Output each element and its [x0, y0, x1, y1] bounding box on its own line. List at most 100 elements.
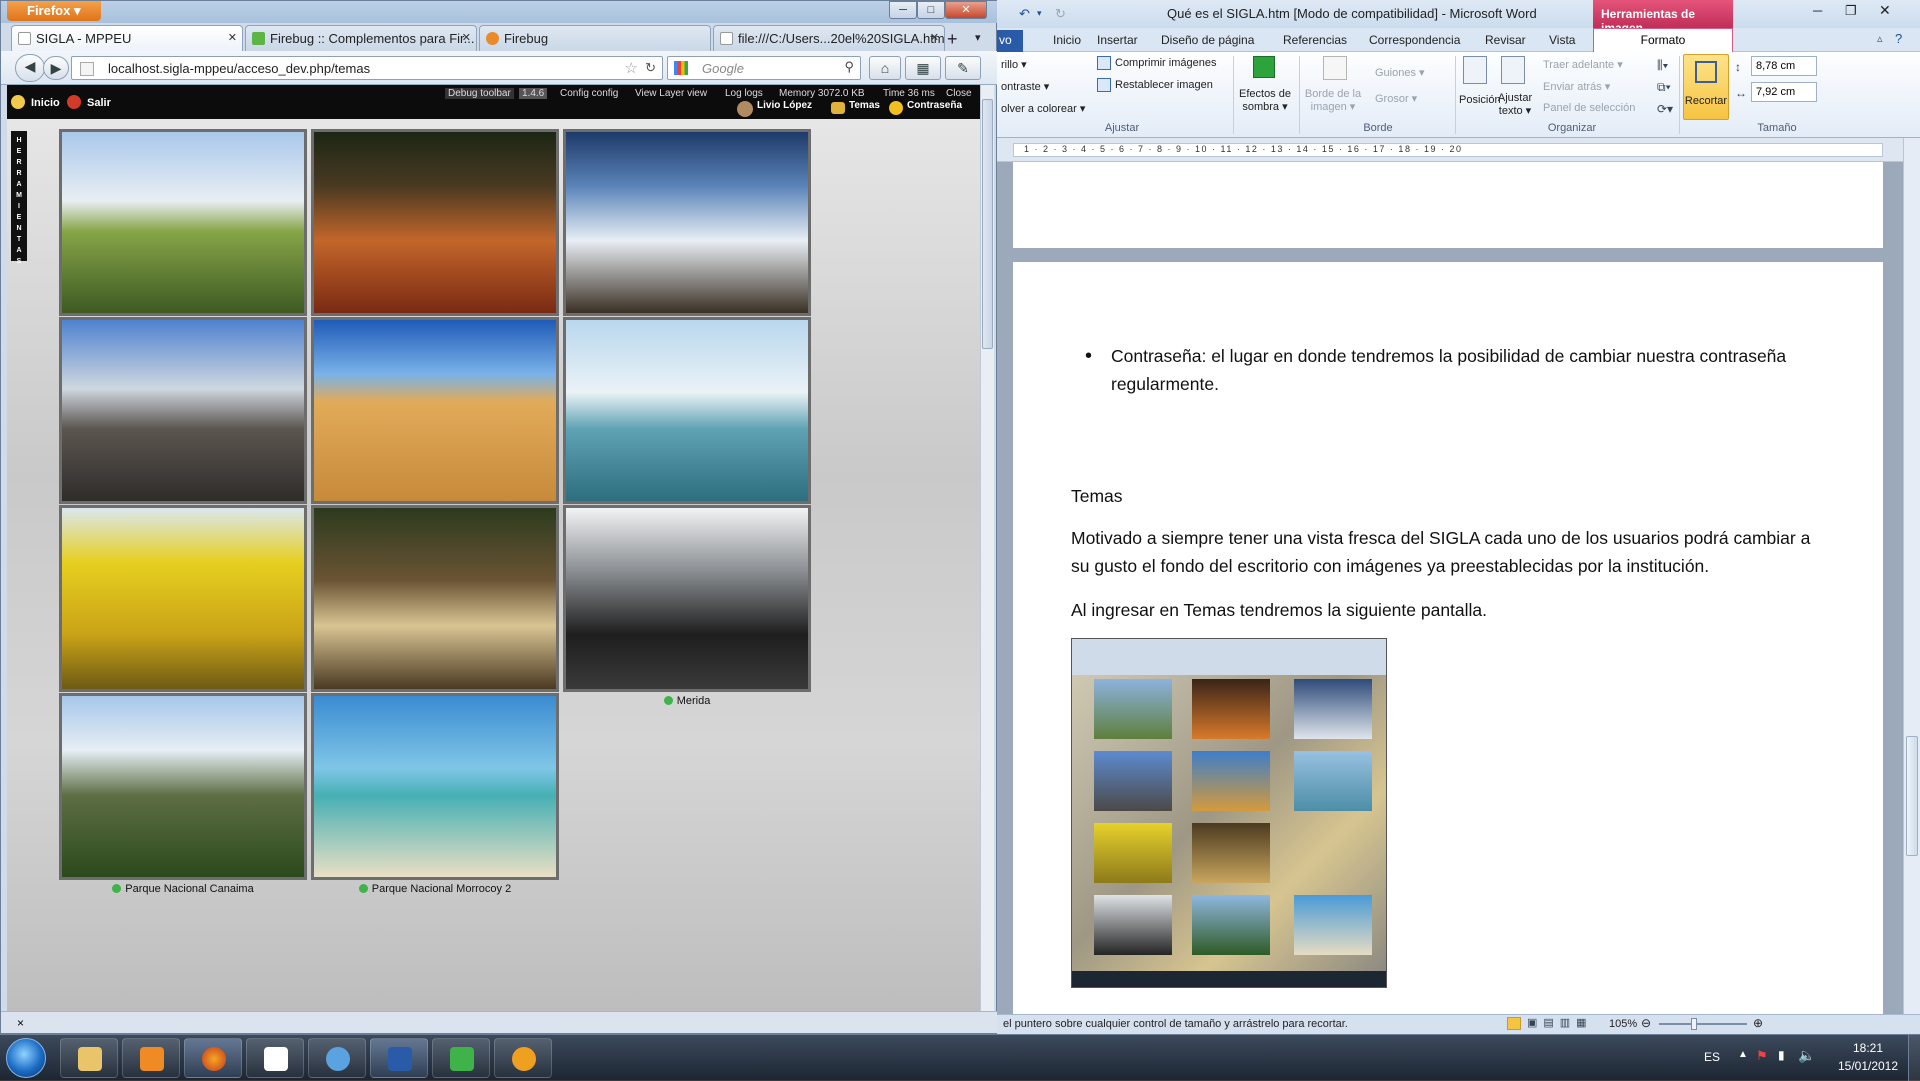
send-backward-button[interactable]: Enviar atrás ▾	[1543, 80, 1610, 93]
word-scrollbar-thumb[interactable]	[1906, 736, 1918, 856]
close-tab-icon[interactable]: ✕	[228, 31, 237, 44]
taskbar-media-player[interactable]	[122, 1038, 180, 1078]
height-field[interactable]: 8,78 cm	[1751, 56, 1817, 76]
document-page[interactable]: • Contraseña: el lugar en donde tendremo…	[1013, 262, 1883, 1014]
tab-firebug-addons[interactable]: Firebug :: Complementos para Fir... ✕	[245, 25, 477, 51]
maximize-button[interactable]: □	[917, 1, 945, 19]
brightness-button[interactable]: rillo ▾	[1001, 58, 1027, 71]
theme-thumbnail[interactable]	[563, 317, 811, 504]
list-all-tabs-icon[interactable]: ▾	[975, 31, 981, 44]
redo-icon[interactable]: ↻	[1055, 6, 1066, 22]
select-theme-icon[interactable]	[663, 696, 673, 705]
page-scrollbar[interactable]	[980, 85, 994, 1011]
minimize-ribbon-icon[interactable]: ▵	[1877, 32, 1883, 45]
shadow-effects-button[interactable]: Efectos de sombra ▾	[1235, 88, 1295, 114]
theme-thumbnail[interactable]	[311, 129, 559, 316]
tab-correspondencia[interactable]: Correspondencia	[1369, 33, 1460, 47]
start-button[interactable]	[6, 1038, 46, 1078]
width-field[interactable]: 7,92 cm	[1751, 82, 1817, 102]
theme-thumbnail[interactable]	[311, 317, 559, 504]
zoom-in-icon[interactable]: ⊕	[1753, 1016, 1763, 1030]
firefox-menu-button[interactable]: Firefox ▾	[7, 1, 101, 21]
zoom-out-icon[interactable]: ⊖	[1641, 1016, 1651, 1030]
clock-date[interactable]: 15/01/2012	[1830, 1059, 1906, 1073]
debug-layer-link[interactable]: View Layer view	[635, 88, 707, 99]
zoom-slider-handle[interactable]	[1691, 1018, 1697, 1030]
theme-thumbnail[interactable]	[59, 317, 307, 504]
taskbar-app-k[interactable]	[432, 1038, 490, 1078]
debug-logs-link[interactable]: Log logs	[725, 88, 763, 99]
theme-thumbnail[interactable]	[59, 505, 307, 692]
menu-password-link[interactable]: Contraseña	[907, 100, 962, 111]
taskbar-word[interactable]	[370, 1038, 428, 1078]
word-vertical-scrollbar[interactable]	[1903, 138, 1920, 1014]
tools-side-tab[interactable]: H E R R A M I E N T A S	[11, 131, 27, 265]
weight-button[interactable]: Grosor ▾	[1375, 92, 1417, 105]
theme-thumbnail[interactable]	[311, 693, 559, 880]
addon-bar-button[interactable]: ✎	[945, 56, 981, 80]
new-tab-button[interactable]: +	[947, 29, 958, 50]
compress-pictures-button[interactable]: Comprimir imágenes	[1115, 57, 1216, 69]
tab-formato[interactable]: Formato	[1593, 28, 1733, 52]
help-icon[interactable]: ?	[1895, 31, 1902, 46]
picture-border-button[interactable]: Borde de la imagen ▾	[1301, 88, 1365, 114]
menu-themes-link[interactable]: Temas	[849, 100, 880, 111]
taskbar-messenger[interactable]	[308, 1038, 366, 1078]
crop-button[interactable]: Recortar	[1683, 54, 1729, 120]
tab-insertar[interactable]: Insertar	[1097, 33, 1138, 47]
tab-sigla[interactable]: SIGLA - MPPEU ✕	[11, 25, 243, 51]
nav-home-link[interactable]: Inicio	[31, 97, 60, 109]
show-desktop-button[interactable]	[1908, 1035, 1920, 1081]
bring-forward-button[interactable]: Traer adelante ▾	[1543, 58, 1623, 71]
tab-diseno-pagina[interactable]: Diseño de página	[1161, 33, 1254, 47]
tab-file[interactable]: vo	[997, 30, 1023, 52]
selection-pane-button[interactable]: Panel de selección	[1543, 102, 1635, 114]
select-theme-icon[interactable]	[358, 884, 368, 893]
dashes-button[interactable]: Guiones ▾	[1375, 66, 1425, 79]
minimize-button[interactable]: ─	[889, 1, 917, 19]
recolor-button[interactable]: olver a colorear ▾	[1001, 102, 1085, 115]
tab-referencias[interactable]: Referencias	[1283, 33, 1347, 47]
home-button[interactable]: ⌂	[869, 56, 901, 80]
tab-firebug[interactable]: Firebug	[479, 25, 711, 51]
forward-button[interactable]: ▶	[43, 56, 69, 80]
network-icon[interactable]: ▮	[1778, 1048, 1785, 1062]
word-close-button[interactable]: ✕	[1879, 2, 1891, 19]
back-button[interactable]: ◀	[15, 54, 45, 82]
wrap-text-button[interactable]: Ajustar texto ▾	[1495, 92, 1535, 118]
undo-icon[interactable]: ↶	[1019, 6, 1030, 22]
language-indicator[interactable]: ES	[1704, 1050, 1720, 1064]
show-hidden-icons[interactable]: ▲	[1738, 1049, 1748, 1060]
print-layout-icon[interactable]	[1507, 1017, 1521, 1030]
word-restore-button[interactable]: ❐	[1845, 3, 1857, 19]
search-icon[interactable]: ⚲	[844, 59, 854, 75]
taskbar-explorer[interactable]	[60, 1038, 118, 1078]
close-tab-icon[interactable]: ✕	[462, 31, 471, 44]
theme-thumbnail[interactable]	[563, 129, 811, 316]
align-icon[interactable]: ⫼▾	[1657, 58, 1668, 73]
theme-thumbnail[interactable]	[59, 129, 307, 316]
taskbar-app-orange[interactable]	[494, 1038, 552, 1078]
action-center-icon[interactable]: ⚑	[1756, 1048, 1768, 1064]
close-button[interactable]: ✕	[945, 1, 987, 19]
reload-icon[interactable]: ↻	[645, 60, 656, 76]
url-bar[interactable]: localhost.sigla-mppeu/acceso_dev.php/tem…	[71, 56, 663, 80]
horizontal-ruler[interactable]: 1 · 2 · 3 · 4 · 5 · 6 · 7 · 8 · 9 · 10 ·…	[997, 138, 1920, 162]
nav-exit-link[interactable]: Salir	[87, 97, 111, 109]
site-identity-icon[interactable]	[80, 62, 94, 76]
theme-thumbnail[interactable]	[563, 505, 811, 692]
clock-time[interactable]: 18:21	[1838, 1041, 1898, 1055]
reset-picture-button[interactable]: Restablecer imagen	[1115, 79, 1213, 91]
theme-thumbnail[interactable]	[311, 505, 559, 692]
volume-icon[interactable]: 🔈	[1798, 1047, 1815, 1064]
contrast-button[interactable]: ontraste ▾	[1001, 80, 1049, 93]
rotate-icon[interactable]: ⟳▾	[1657, 102, 1673, 116]
word-minimize-button[interactable]: ─	[1813, 3, 1822, 18]
zoom-slider[interactable]	[1659, 1023, 1747, 1025]
group-icon[interactable]: ⧉▾	[1657, 80, 1671, 95]
tab-local-file[interactable]: file:///C:/Users...20el%20SIGLA.htm ✕	[713, 25, 945, 51]
debug-close-link[interactable]: Close	[946, 88, 972, 99]
tab-revisar[interactable]: Revisar	[1485, 33, 1526, 47]
undo-dropdown-icon[interactable]: ▾	[1037, 8, 1042, 19]
embedded-screenshot-image[interactable]	[1071, 638, 1387, 988]
